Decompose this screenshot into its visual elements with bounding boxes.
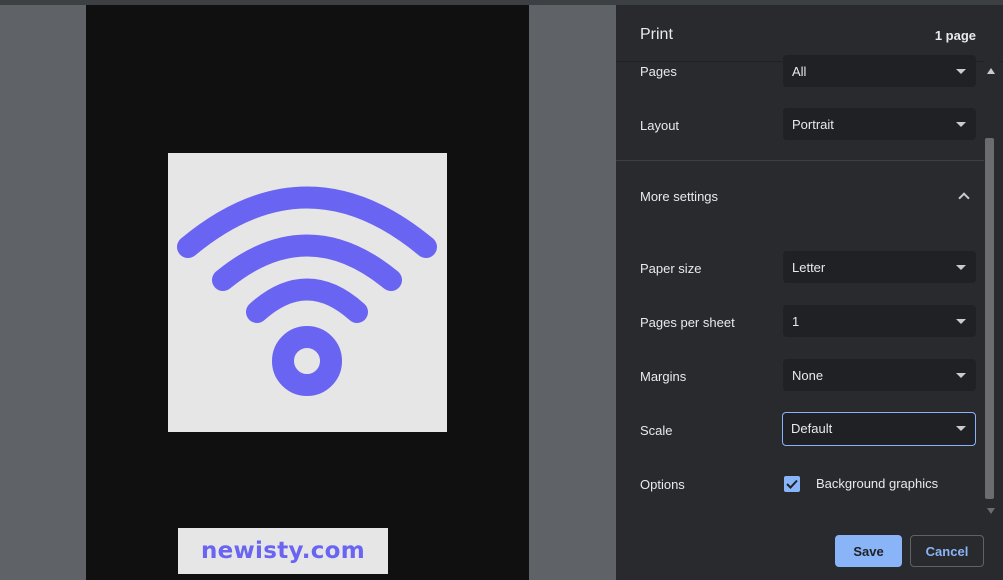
pages-per-sheet-select[interactable]: 1: [783, 305, 976, 337]
background-graphics-checkbox[interactable]: [784, 476, 800, 492]
settings-scrollbar[interactable]: [984, 61, 999, 521]
paper-size-select[interactable]: Letter: [783, 251, 976, 283]
dropdown-caret-icon: [956, 265, 966, 270]
pages-select[interactable]: All: [783, 55, 976, 87]
dropdown-caret-icon: [956, 426, 966, 431]
scroll-up-arrow-icon[interactable]: [987, 68, 995, 74]
wifi-logo-tile: [168, 153, 447, 432]
layout-select[interactable]: Portrait: [783, 108, 976, 140]
cancel-button[interactable]: Cancel: [910, 535, 984, 567]
layout-select-value: Portrait: [792, 117, 834, 132]
dropdown-caret-icon: [956, 319, 966, 324]
scroll-down-arrow-icon[interactable]: [987, 508, 995, 514]
page-count: 1 page: [934, 28, 976, 43]
print-settings-panel: Print 1 page Pages All Layout Portrait M…: [616, 5, 1003, 580]
dropdown-caret-icon: [956, 373, 966, 378]
pages-per-sheet-select-value: 1: [792, 314, 800, 329]
dropdown-caret-icon: [956, 122, 966, 127]
scale-select-value: Default: [791, 421, 833, 436]
chevron-up-icon: [958, 192, 970, 204]
print-preview-area: newisty.com: [0, 5, 616, 580]
brand-text: newisty.com: [200, 538, 366, 564]
layout-label: Layout: [640, 118, 680, 133]
more-settings-label: More settings: [640, 189, 719, 204]
scale-label: Scale: [640, 423, 673, 438]
paper-size-select-value: Letter: [792, 260, 826, 275]
margins-select[interactable]: None: [783, 359, 976, 391]
pages-per-sheet-label: Pages per sheet: [640, 315, 735, 330]
wifi-icon: [177, 186, 437, 396]
checkmark-icon: [786, 479, 798, 489]
panel-header: Print 1 page: [616, 5, 1003, 62]
scrollbar-thumb[interactable]: [985, 138, 994, 499]
pages-label: Pages: [640, 64, 677, 79]
dropdown-caret-icon: [956, 69, 966, 74]
options-label: Options: [640, 477, 685, 492]
pages-select-value: All: [792, 64, 807, 79]
preview-page: newisty.com: [86, 5, 529, 580]
paper-size-label: Paper size: [640, 261, 702, 276]
scale-select[interactable]: Default: [782, 412, 976, 446]
margins-select-value: None: [792, 368, 824, 383]
section-divider: [616, 160, 985, 161]
save-button[interactable]: Save: [835, 535, 902, 567]
more-settings-toggle[interactable]: More settings: [616, 162, 985, 230]
margins-label: Margins: [640, 369, 687, 384]
brand-label-box: newisty.com: [178, 528, 388, 574]
background-graphics-label[interactable]: Background graphics: [816, 476, 938, 491]
panel-title: Print: [640, 26, 673, 43]
